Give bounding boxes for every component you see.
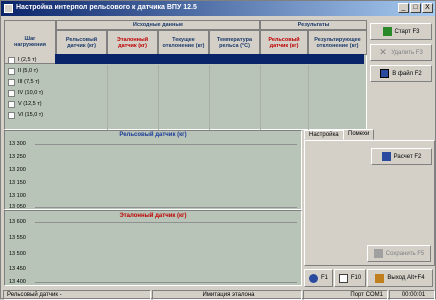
step-checkbox[interactable] bbox=[8, 56, 15, 64]
step-row-5[interactable]: V (12,5 т) bbox=[4, 99, 54, 109]
reference-sensor-chart-title: Эталонный датчик (кг) bbox=[119, 213, 187, 219]
delete-icon: ✕ bbox=[379, 47, 387, 57]
app-icon bbox=[4, 4, 13, 13]
save-label: Сохранить F5 bbox=[385, 250, 425, 257]
maximize-button[interactable]: □ bbox=[410, 3, 421, 13]
minimize-button[interactable]: _ bbox=[398, 3, 409, 13]
file-icon bbox=[380, 69, 390, 78]
y-tick: 13 400 bbox=[9, 279, 26, 285]
step-label: V (12,5 т) bbox=[18, 101, 42, 107]
step-label: II (5,0 т) bbox=[18, 68, 38, 74]
rail-sensor-chart-title: Рельсовый датчик (кг) bbox=[119, 132, 187, 138]
exit-icon bbox=[375, 273, 385, 283]
step-row-1[interactable]: I (2,5 т) bbox=[4, 55, 54, 65]
results-header: Результаты bbox=[260, 20, 367, 30]
step-checkbox[interactable] bbox=[8, 78, 15, 86]
file-label: В файл F2 bbox=[392, 70, 422, 77]
calculate-icon bbox=[381, 152, 391, 161]
title-bar: Настройка интерпол рельсового к датчика … bbox=[1, 1, 435, 16]
save-button[interactable]: Сохранить F5 bbox=[367, 245, 431, 262]
exit-button[interactable]: Выход Alt+F4 bbox=[367, 269, 433, 287]
y-tick: 13 500 bbox=[9, 251, 26, 257]
grid-line bbox=[35, 207, 297, 208]
rail-sensor-chart: Рельсовый датчик (кг) 13 300 13 250 13 2… bbox=[4, 130, 302, 210]
file-button[interactable]: В файл F2 bbox=[370, 65, 432, 82]
step-label: III (7,5 т) bbox=[18, 79, 40, 85]
start-label: Старт F3 bbox=[394, 28, 420, 35]
step-row-6[interactable]: VI (15,0 т) bbox=[4, 110, 54, 120]
grid-divider bbox=[107, 65, 108, 130]
start-button[interactable]: Старт F3 bbox=[370, 23, 432, 40]
step-row-2[interactable]: II (5,0 т) bbox=[4, 66, 54, 76]
grid-divider bbox=[260, 65, 261, 130]
source-data-header: Исходные данные bbox=[56, 20, 260, 30]
start-icon bbox=[382, 27, 392, 36]
y-tick: 13 550 bbox=[9, 235, 26, 241]
save-icon bbox=[373, 249, 383, 258]
tab-noise[interactable]: Помехи bbox=[343, 129, 375, 140]
help-button[interactable]: F1 bbox=[304, 269, 333, 287]
window-title: Настройка интерпол рельсового к датчика … bbox=[16, 4, 197, 11]
column-result-deviation: Результирующее отклонение (кг) bbox=[308, 30, 367, 55]
app-window: Настройка интерпол рельсового к датчика … bbox=[0, 0, 436, 300]
calculate-label: Расчет F2 bbox=[393, 153, 422, 160]
grid-line bbox=[35, 144, 297, 145]
f10-label: F10 bbox=[350, 275, 362, 281]
step-checkbox[interactable] bbox=[8, 100, 15, 108]
y-tick: 13 200 bbox=[9, 167, 26, 173]
y-tick: 13 450 bbox=[9, 266, 26, 272]
reference-sensor-chart: Эталонный датчик (кг) 13 600 13 550 13 5… bbox=[4, 210, 302, 286]
grid-line bbox=[35, 222, 297, 223]
step-checkbox[interactable] bbox=[8, 89, 15, 97]
f10-button[interactable]: F10 bbox=[334, 269, 366, 287]
column-rail-temperature: Температура рельса (°С) bbox=[209, 30, 260, 55]
close-button[interactable]: X bbox=[422, 3, 433, 13]
step-checkbox[interactable] bbox=[8, 67, 15, 75]
grid-divider bbox=[209, 65, 210, 130]
delete-label: Удалить F3 bbox=[391, 49, 423, 56]
help-icon bbox=[308, 273, 318, 283]
column-reference-sensor: Эталонный датчик (кг) bbox=[107, 30, 158, 55]
delete-button[interactable]: ✕ Удалить F3 bbox=[370, 44, 432, 61]
tab-settings[interactable]: Настройка bbox=[304, 130, 344, 140]
y-tick: 13 250 bbox=[9, 154, 26, 160]
step-label: VI (15,0 т) bbox=[18, 112, 44, 118]
column-result-rail-sensor: Рельсовый датчик (кг) bbox=[260, 30, 308, 55]
step-checkbox[interactable] bbox=[8, 111, 15, 119]
column-rail-sensor: Рельсовый датчик (кг) bbox=[56, 30, 107, 55]
y-tick: 13 300 bbox=[9, 141, 26, 147]
window-icon bbox=[338, 273, 348, 283]
help-label: F1 bbox=[320, 275, 328, 281]
exit-label: Выход Alt+F4 bbox=[387, 275, 425, 281]
step-row-4[interactable]: IV (10,0 т) bbox=[4, 88, 54, 98]
y-tick: 13 100 bbox=[9, 193, 26, 199]
grid-divider bbox=[308, 65, 309, 130]
step-row-3[interactable]: III (7,5 т) bbox=[4, 77, 54, 87]
grid-divider bbox=[158, 65, 159, 130]
grid-line bbox=[35, 282, 297, 283]
y-tick: 13 150 bbox=[9, 180, 26, 186]
y-tick: 13 600 bbox=[9, 219, 26, 225]
step-label: I (2,5 т) bbox=[18, 57, 37, 63]
column-current-deviation: Текущее отклонение (кг) bbox=[158, 30, 209, 55]
selected-row[interactable] bbox=[55, 54, 364, 64]
step-label: IV (10,0 т) bbox=[18, 90, 44, 96]
calculate-button[interactable]: Расчет F2 bbox=[371, 148, 432, 165]
